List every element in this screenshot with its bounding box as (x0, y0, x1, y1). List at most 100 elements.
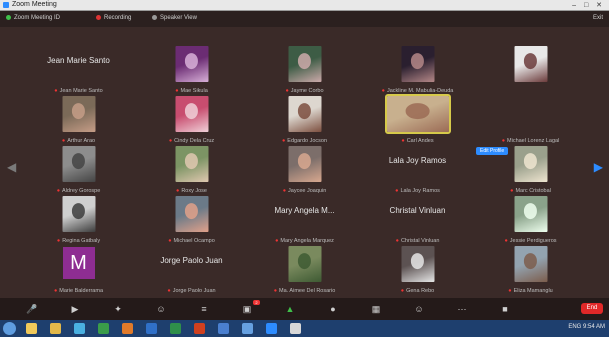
participant-tile[interactable]: ● Michael Lorenz Lagal (474, 94, 587, 144)
meeting-toolbar: 2 End 🎤 ▶ ✦ ☺ ≡ ▣ ▲ ● ▦ ☺ ⋯ ■ (0, 298, 609, 320)
participant-video (384, 94, 451, 134)
participant-tile[interactable]: ● Ma. Aimee Del Rosario (248, 244, 361, 294)
taskbar-app-icon[interactable] (50, 323, 61, 334)
participant-name-label: ● Jorge Paolo Juan (135, 288, 248, 294)
system-tray-clock[interactable]: ENG 9:54 AM (568, 324, 605, 330)
taskbar-app-icon[interactable] (242, 323, 253, 334)
taskbar-app-icon[interactable] (98, 323, 109, 334)
meeting-id-item[interactable]: Zoom Meeting ID (6, 15, 60, 21)
participant-tile[interactable]: Jean Marie Santo ● Jean Marie Santo (22, 44, 135, 94)
screen: Zoom Meeting – □ ✕ Zoom Meeting ID Recor… (0, 0, 609, 337)
participant-video (175, 146, 208, 182)
participant-tile[interactable]: Lala Joy Ramos ● Lala Joy Ramos (361, 144, 474, 194)
participant-tile[interactable]: Mary Angela M... ● Mary Angela Marquez (248, 194, 361, 244)
participant-face (184, 103, 199, 120)
exit-fullscreen-button[interactable]: Exit (593, 15, 603, 21)
security-icon[interactable]: ✦ (112, 303, 124, 315)
muted-mic-icon: ● (508, 288, 512, 294)
participant-tile[interactable]: ● Arthur Arao (22, 94, 135, 144)
participant-tile[interactable]: ● Michael Ocampo (135, 194, 248, 244)
participant-video (514, 246, 547, 282)
participant-video (514, 196, 547, 232)
windows-taskbar: ENG 9:54 AM (0, 320, 609, 337)
recording-item[interactable]: Recording (96, 15, 131, 21)
title-bar: Zoom Meeting – □ ✕ (0, 0, 609, 11)
window-title: Zoom Meeting (12, 1, 57, 8)
view-item[interactable]: Speaker View (152, 15, 197, 21)
record-dot-icon (96, 15, 101, 20)
participant-video (175, 96, 208, 132)
participant-face (410, 253, 425, 270)
participant-tile[interactable]: ● Aldrey Gorospe (22, 144, 135, 194)
end-meeting-button[interactable]: End (581, 303, 603, 314)
participant-tile[interactable]: ● Roxy Jose (135, 144, 248, 194)
reactions-icon[interactable]: ☺ (413, 303, 425, 315)
previous-page-arrow-icon[interactable]: ◀ (7, 160, 16, 174)
participant-video (401, 246, 434, 282)
share-screen-icon[interactable]: ▲ (284, 303, 296, 315)
participant-tile[interactable]: ● Eliza Mamanglu (474, 244, 587, 294)
participant-face (184, 53, 199, 70)
window-controls[interactable]: – □ ✕ (572, 1, 605, 9)
mute-icon[interactable]: 🎤 (26, 303, 38, 315)
taskbar-app-icon[interactable] (194, 323, 205, 334)
taskbar-app-icon[interactable] (74, 323, 85, 334)
participant-face (297, 103, 312, 120)
participant-video (175, 46, 208, 82)
participant-tile[interactable]: ● Cindy Dela Cruz (135, 94, 248, 144)
chat-icon[interactable]: ▣ (241, 303, 253, 315)
taskbar-app-icon[interactable] (146, 323, 157, 334)
participant-tile[interactable] (474, 44, 587, 94)
taskbar-app-icon[interactable] (26, 323, 37, 334)
participant-face (410, 53, 425, 70)
muted-mic-icon: ● (167, 288, 171, 294)
video-icon[interactable]: ▶ (69, 303, 81, 315)
participant-tile[interactable]: ● Jackline M. Mabulia-Deuda (361, 44, 474, 94)
participant-tile[interactable]: ● Jessie Perdigueros (474, 194, 587, 244)
participant-name-text: Eliza Mamanglu (513, 288, 553, 294)
participant-tile[interactable]: Christal Vinluan ● Christal Vinluan (361, 194, 474, 244)
muted-mic-icon: ● (53, 288, 58, 294)
taskbar-app-icon[interactable] (266, 323, 277, 334)
gallery-view-icon[interactable]: ▦ (370, 303, 382, 315)
more-icon[interactable]: ⋯ (456, 303, 468, 315)
participant-tile[interactable]: ● Gena Rebo (361, 244, 474, 294)
participant-tile[interactable]: ● Carl Andes (361, 94, 474, 144)
participant-face (71, 103, 86, 120)
participant-video (62, 146, 95, 182)
participant-face (184, 153, 199, 170)
polls-icon[interactable]: ≡ (198, 303, 210, 315)
participant-tile[interactable]: ● Jaycee Joaquin (248, 144, 361, 194)
taskbar-app-icon[interactable] (170, 323, 181, 334)
participant-face (523, 53, 538, 70)
grid-icon (152, 15, 157, 20)
participant-face (405, 103, 430, 120)
taskbar-app-icon[interactable] (218, 323, 229, 334)
meeting-info-bar: Zoom Meeting ID Recording Speaker View E… (0, 11, 609, 27)
participant-tile[interactable]: Jorge Paolo Juan ● Jorge Paolo Juan (135, 244, 248, 294)
taskbar-app-icon[interactable] (122, 323, 133, 334)
participant-video (288, 46, 321, 82)
participant-tile[interactable]: ● Mae Sikula (135, 44, 248, 94)
participant-name-label: ● Ma. Aimee Del Rosario (248, 288, 361, 294)
apps-icon[interactable]: ■ (499, 303, 511, 315)
participant-face (523, 203, 538, 220)
participant-tile[interactable]: M ● Marie Balderrama (22, 244, 135, 294)
participants-icon[interactable]: ☺ (155, 303, 167, 315)
record-icon[interactable]: ● (327, 303, 339, 315)
participant-tile[interactable]: ● Regina Gatbaly (22, 194, 135, 244)
participant-face (71, 153, 86, 170)
participant-name-label: ● Gena Rebo (361, 288, 474, 294)
start-button-icon[interactable] (3, 322, 16, 335)
participant-tile[interactable]: ● Edgardo Jocson (248, 94, 361, 144)
participant-face (297, 253, 312, 270)
next-page-arrow-icon[interactable]: ▶ (594, 160, 603, 174)
participant-video (514, 146, 547, 182)
participant-tile[interactable]: ● Jayme Corbo (248, 44, 361, 94)
gallery-grid: Jean Marie Santo ● Jean Marie Santo ● Mae Si… (22, 44, 587, 296)
muted-mic-icon: ● (273, 288, 278, 294)
participant-hover-chip[interactable]: Edit Profile (476, 147, 509, 155)
participant-display-name: Lala Joy Ramos (388, 156, 447, 165)
taskbar-app-icon[interactable] (290, 323, 301, 334)
participant-display-name: Christal Vinluan (389, 206, 446, 215)
